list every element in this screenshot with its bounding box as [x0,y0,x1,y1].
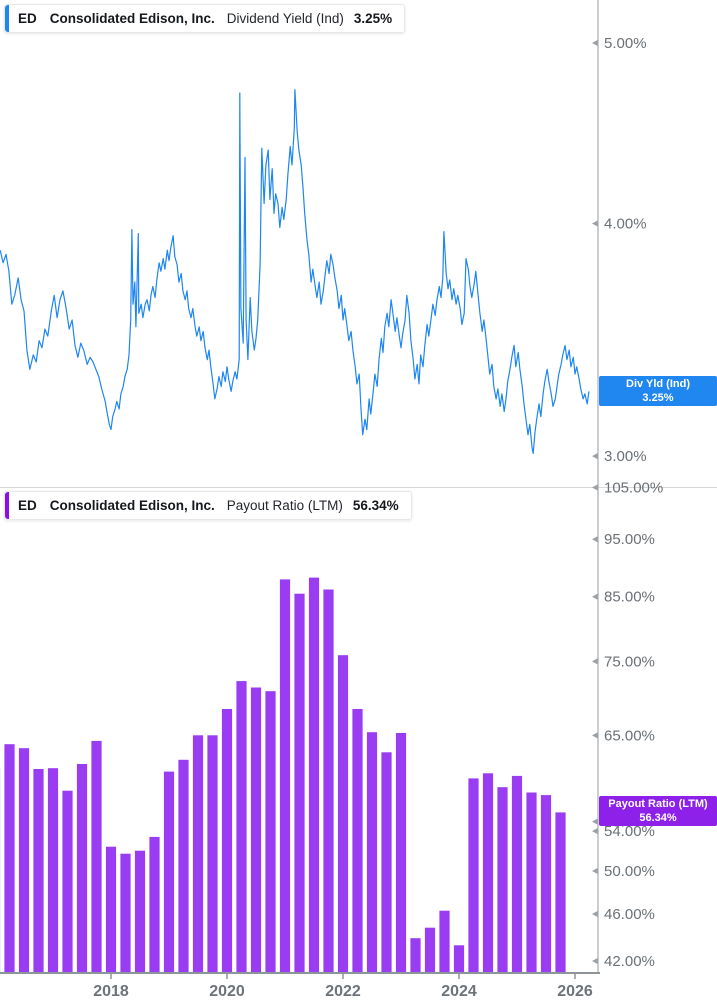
payout-ratio-bar[interactable] [381,752,392,973]
payout-ratio-bar[interactable] [47,768,59,973]
y-axis-label-payout-ratio: 42.00% [604,953,655,970]
payout-ratio-bar[interactable] [192,735,204,973]
payout-ratio-bar[interactable] [395,733,407,973]
payout-ratio-bar[interactable] [76,764,88,973]
y-axis-tick-payout-ratio [592,911,598,918]
chart-canvas[interactable]: 5.00% 4.00% 3.00% 105.00% 95.00% 85.00% 75.00%… [0,0,717,1005]
last-value-badge-payout-ratio: Payout Ratio (LTM) 56.34% [599,796,717,826]
y-axis-label-dividend-yield: 5.00% [604,35,647,52]
payout-ratio-bar[interactable] [540,795,552,973]
y-axis-label-payout-ratio: 50.00% [604,863,655,880]
last-value-badge-div-yld: Div Yld (Ind) 3.25% [599,376,717,406]
y-axis-label-payout-ratio: 95.00% [604,531,655,548]
dividend-yield-line[interactable] [0,89,590,454]
y-axis-tick-payout-ratio [592,818,598,825]
payout-ratio-bar[interactable] [91,740,102,973]
payout-ratio-bar[interactable] [236,681,247,973]
badge-metric-value: 56.34% [639,812,677,824]
ticker-symbol: ED [18,498,37,513]
payout-ratio-bar[interactable] [453,945,465,973]
payout-ratio-bar[interactable] [207,735,218,973]
payout-ratio-bar[interactable] [149,836,160,973]
payout-ratio-bar[interactable] [439,910,450,973]
payout-ratio-bar[interactable] [4,744,15,973]
y-axis-label-payout-ratio: 75.00% [604,653,655,670]
x-axis-year-label: 2024 [441,983,477,1000]
payout-ratio-bar[interactable] [424,927,436,973]
x-axis-year-label: 2018 [93,983,129,1000]
y-axis-tick-payout-ratio [592,867,598,874]
payout-ratio-bar[interactable] [33,769,44,973]
y-axis-tick-dividend-yield [592,220,598,227]
y-axis-label-dividend-yield: 3.00% [604,448,647,465]
badge-metric-label: Div Yld (Ind) [626,377,690,390]
y-axis-label-payout-ratio: 65.00% [604,727,655,744]
y-axis-tick-payout-ratio [592,828,598,835]
payout-ratio-bar[interactable] [178,759,189,973]
y-axis-tick-dividend-yield [592,40,598,46]
y-axis-tick-payout-ratio [592,658,598,665]
y-axis-tick-payout-ratio [592,732,598,739]
badge-metric-label: Payout Ratio (LTM) [608,797,708,810]
payout-ratio-bar[interactable] [279,579,291,973]
company-name: Consolidated Edison, Inc. [49,11,215,26]
y-axis-tick-payout-ratio [592,593,598,600]
payout-ratio-bar[interactable] [482,773,494,973]
metric-name: Dividend Yield (Ind) [226,11,344,26]
company-name: Consolidated Edison, Inc. [49,498,215,513]
y-axis-tick-payout-ratio [592,958,598,965]
payout-ratio-bar[interactable] [526,792,537,974]
metric-name: Payout Ratio (LTM) [226,498,343,513]
payout-ratio-bar[interactable] [62,790,73,973]
payout-ratio-bar[interactable] [120,853,131,973]
series-header-dividend-yield[interactable]: ED Consolidated Edison, Inc. Dividend Yi… [4,4,406,33]
x-axis-year-label: 2022 [325,983,361,1000]
payout-ratio-bar[interactable] [221,709,233,973]
y-axis-tick-dividend-yield [592,453,598,460]
payout-ratio-bar[interactable] [352,709,363,973]
y-axis-label-payout-ratio: 105.00% [604,480,663,497]
series-color-bar-purple [5,492,9,519]
ticker-symbol: ED [18,11,37,26]
y-axis-label-payout-ratio: 46.00% [604,906,655,923]
payout-ratio-bar[interactable] [497,787,508,973]
y-axis-tick-payout-ratio [592,536,598,543]
payout-ratio-bar[interactable] [265,691,276,973]
y-axis-tick-payout-ratio [592,484,598,491]
x-axis-year-label: 2026 [557,983,593,1000]
payout-ratio-bar[interactable] [555,812,566,973]
payout-ratio-bar[interactable] [410,938,421,973]
x-axis-year-label: 2020 [209,983,245,1000]
payout-ratio-bar[interactable] [511,775,523,973]
payout-ratio-bar[interactable] [105,846,117,973]
payout-ratio-bar[interactable] [308,577,320,973]
metric-value: 3.25% [353,11,393,26]
payout-ratio-bar[interactable] [134,850,146,973]
y-axis-label-payout-ratio: 85.00% [604,589,655,606]
metric-value: 56.34% [352,498,399,513]
payout-ratio-bar[interactable] [250,687,262,974]
payout-ratio-bar[interactable] [18,748,30,973]
series-color-bar-blue [5,5,9,32]
payout-ratio-bar[interactable] [366,732,378,973]
series-header-payout-ratio[interactable]: ED Consolidated Edison, Inc. Payout Rati… [4,491,412,520]
payout-ratio-bar[interactable] [323,589,334,974]
payout-ratio-bar[interactable] [468,778,479,973]
badge-metric-value: 3.25% [642,392,674,404]
payout-ratio-bar[interactable] [163,771,175,973]
y-axis-label-dividend-yield: 4.00% [604,215,647,232]
payout-ratio-bar[interactable] [337,655,349,973]
payout-ratio-bar[interactable] [294,593,305,973]
